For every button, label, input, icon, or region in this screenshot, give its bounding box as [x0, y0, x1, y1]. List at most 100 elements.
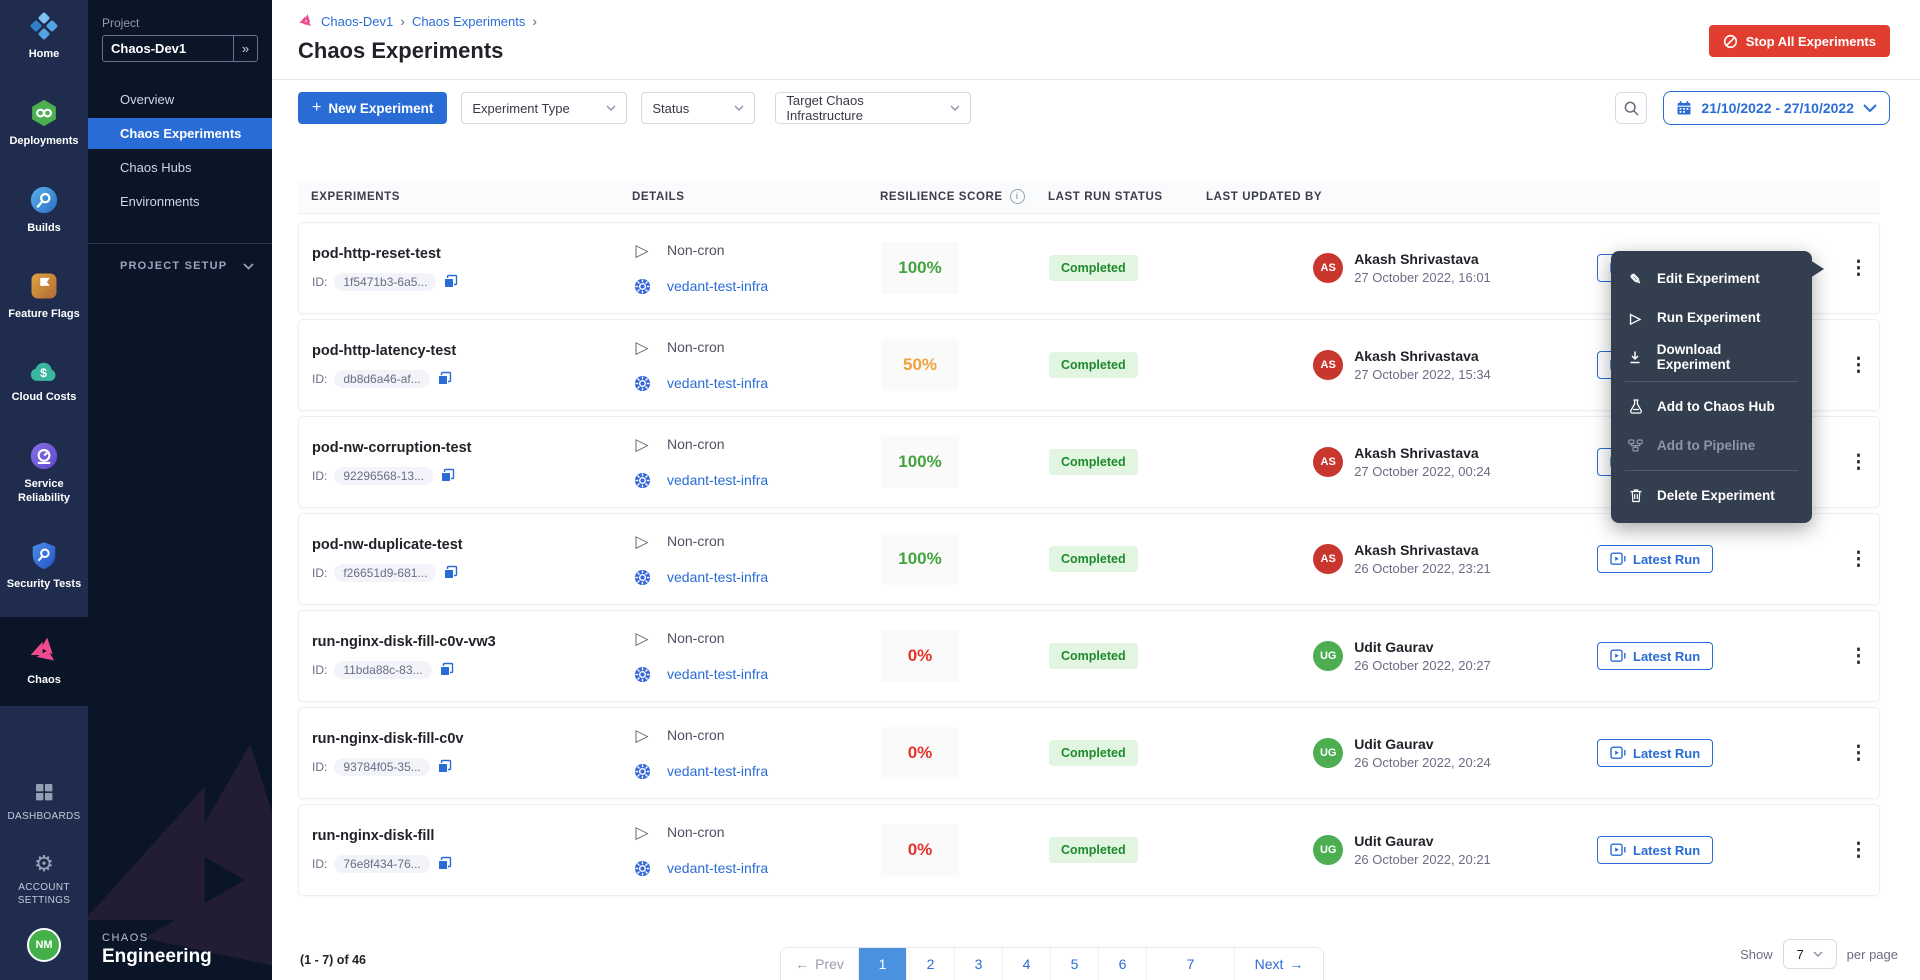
user-avatar[interactable]: AS: [1313, 544, 1343, 574]
chevron-down-icon: [1863, 104, 1877, 112]
copy-icon[interactable]: [440, 468, 455, 483]
latest-run-button[interactable]: Latest Run: [1597, 836, 1713, 864]
user-avatar[interactable]: AS: [1313, 253, 1343, 283]
sidebar-item-chaos[interactable]: Chaos: [0, 617, 88, 706]
page-button-4[interactable]: 4: [1003, 948, 1051, 980]
sidebar-item-builds[interactable]: Builds: [0, 174, 88, 247]
copy-icon[interactable]: [437, 856, 452, 871]
kebab-menu-icon[interactable]: ⋮: [1849, 257, 1867, 280]
sidebar-item-overview[interactable]: Overview: [88, 84, 272, 115]
page-button-3[interactable]: 3: [955, 948, 1003, 980]
kebab-menu-icon[interactable]: ⋮: [1849, 548, 1867, 571]
page-button-6[interactable]: 6: [1099, 948, 1147, 980]
menu-item-edit-experiment[interactable]: ✎Edit Experiment: [1611, 259, 1812, 298]
page-button-1[interactable]: 1: [859, 948, 907, 980]
copy-icon[interactable]: [439, 662, 454, 677]
latest-run-button[interactable]: Latest Run: [1597, 739, 1713, 767]
experiment-id: 1f5471b3-6a5...: [334, 273, 436, 291]
info-icon[interactable]: i: [1010, 189, 1025, 204]
copy-icon[interactable]: [437, 759, 452, 774]
prev-page-button[interactable]: ←Prev: [781, 948, 859, 980]
sidebar-item-deployments[interactable]: Deployments: [0, 87, 88, 160]
user-avatar[interactable]: NM: [27, 928, 61, 962]
sidebar-item-security-tests[interactable]: Security Tests: [0, 530, 88, 603]
user-avatar[interactable]: AS: [1313, 350, 1343, 380]
table-row[interactable]: run-nginx-disk-fill ID: 76e8f434-76... ▷…: [298, 804, 1880, 896]
sidebar-item-dashboards[interactable]: DASHBOARDS: [0, 769, 88, 835]
next-page-button[interactable]: 7: [1147, 948, 1235, 980]
user-avatar[interactable]: UG: [1313, 641, 1343, 671]
kebab-menu-icon[interactable]: ⋮: [1849, 354, 1867, 377]
target-chaos-infrastructure-filter[interactable]: Target Chaos Infrastructure: [775, 92, 971, 124]
infrastructure-link[interactable]: vedant-test-infra: [667, 278, 768, 294]
updated-date: 27 October 2022, 00:24: [1354, 464, 1491, 479]
page-button-5[interactable]: 5: [1051, 948, 1099, 980]
user-avatar[interactable]: UG: [1313, 738, 1343, 768]
menu-item-run-experiment[interactable]: ▷Run Experiment: [1611, 298, 1812, 337]
table-row[interactable]: run-nginx-disk-fill-c0v-vw3 ID: 11bda88c…: [298, 610, 1880, 702]
table-row[interactable]: pod-nw-duplicate-test ID: f26651d9-681..…: [298, 513, 1880, 605]
search-button[interactable]: [1615, 92, 1647, 124]
new-experiment-button[interactable]: + New Experiment: [298, 92, 447, 124]
kebab-menu-icon[interactable]: ⋮: [1849, 451, 1867, 474]
infrastructure-link[interactable]: vedant-test-infra: [667, 763, 768, 779]
experiment-id: f26651d9-681...: [334, 564, 436, 582]
breadcrumb-page[interactable]: Chaos Experiments: [412, 14, 525, 29]
experiment-name[interactable]: pod-nw-duplicate-test: [312, 537, 633, 553]
latest-run-button[interactable]: Latest Run: [1597, 545, 1713, 573]
play-icon: ▷: [633, 436, 651, 453]
experiment-name[interactable]: pod-http-reset-test: [312, 246, 633, 262]
experiment-name[interactable]: run-nginx-disk-fill-c0v-vw3: [312, 634, 633, 650]
sidebar-item-chaos-hubs[interactable]: Chaos Hubs: [88, 152, 272, 183]
menu-item-add-to-chaos-hub[interactable]: Add to Chaos Hub: [1611, 387, 1812, 426]
latest-run-label: Latest Run: [1633, 649, 1700, 664]
experiment-name[interactable]: run-nginx-disk-fill-c0v: [312, 731, 633, 747]
infrastructure-link[interactable]: vedant-test-infra: [667, 569, 768, 585]
table-row[interactable]: run-nginx-disk-fill-c0v ID: 93784f05-35.…: [298, 707, 1880, 799]
menu-item-delete-experiment[interactable]: Delete Experiment: [1611, 476, 1812, 515]
infrastructure-link[interactable]: vedant-test-infra: [667, 375, 768, 391]
kubernetes-icon: [633, 472, 651, 489]
sidebar-item-home[interactable]: Home: [0, 0, 88, 73]
project-selector[interactable]: Chaos-Dev1 »: [102, 35, 258, 62]
per-page-select[interactable]: 7: [1783, 939, 1837, 969]
stop-all-experiments-button[interactable]: Stop All Experiments: [1709, 25, 1890, 57]
infrastructure-link[interactable]: vedant-test-infra: [667, 860, 768, 876]
brand-product-name: Engineering: [102, 946, 212, 968]
kebab-menu-icon[interactable]: ⋮: [1849, 645, 1867, 668]
deployments-icon: [29, 98, 59, 128]
sidebar-item-feature-flags[interactable]: Feature Flags: [0, 260, 88, 333]
infrastructure-link[interactable]: vedant-test-infra: [667, 666, 768, 682]
date-range-picker[interactable]: 21/10/2022 - 27/10/2022: [1663, 91, 1890, 125]
breadcrumb-project[interactable]: Chaos-Dev1: [321, 14, 393, 29]
user-avatar[interactable]: AS: [1313, 447, 1343, 477]
sidebar-item-account-settings[interactable]: ⚙ ACCOUNT SETTINGS: [0, 842, 88, 918]
status-filter[interactable]: Status: [641, 92, 755, 124]
sidebar-item-service-reliability[interactable]: Service Reliability: [0, 430, 88, 517]
rail-spacer: [0, 706, 88, 769]
project-setup-section[interactable]: PROJECT SETUP: [88, 243, 272, 272]
feature-flags-icon: [29, 271, 59, 301]
experiment-name[interactable]: pod-nw-corruption-test: [312, 440, 633, 456]
experiment-name[interactable]: run-nginx-disk-fill: [312, 828, 633, 844]
menu-item-download-experiment[interactable]: Download Experiment: [1611, 337, 1812, 376]
page-button-2[interactable]: 2: [907, 948, 955, 980]
kebab-menu-icon[interactable]: ⋮: [1849, 742, 1867, 765]
next-page-button[interactable]: Next→: [1235, 948, 1323, 980]
sidebar-item-environments[interactable]: Environments: [88, 186, 272, 217]
experiment-type-filter[interactable]: Experiment Type: [461, 92, 627, 124]
kebab-menu-icon[interactable]: ⋮: [1849, 839, 1867, 862]
user-avatar[interactable]: UG: [1313, 835, 1343, 865]
page-button-7[interactable]: 7: [1187, 956, 1195, 972]
expand-icon[interactable]: »: [233, 36, 257, 61]
kubernetes-icon: [633, 375, 651, 392]
experiment-name[interactable]: pod-http-latency-test: [312, 343, 633, 359]
infrastructure-link[interactable]: vedant-test-infra: [667, 472, 768, 488]
latest-run-button[interactable]: Latest Run: [1597, 642, 1713, 670]
copy-icon[interactable]: [437, 371, 452, 386]
copy-icon[interactable]: [443, 565, 458, 580]
copy-icon[interactable]: [443, 274, 458, 289]
updated-date: 26 October 2022, 23:21: [1354, 561, 1491, 576]
sidebar-item-cloud-costs[interactable]: $ Cloud Costs: [0, 347, 88, 416]
sidebar-item-chaos-experiments[interactable]: Chaos Experiments: [88, 118, 272, 149]
